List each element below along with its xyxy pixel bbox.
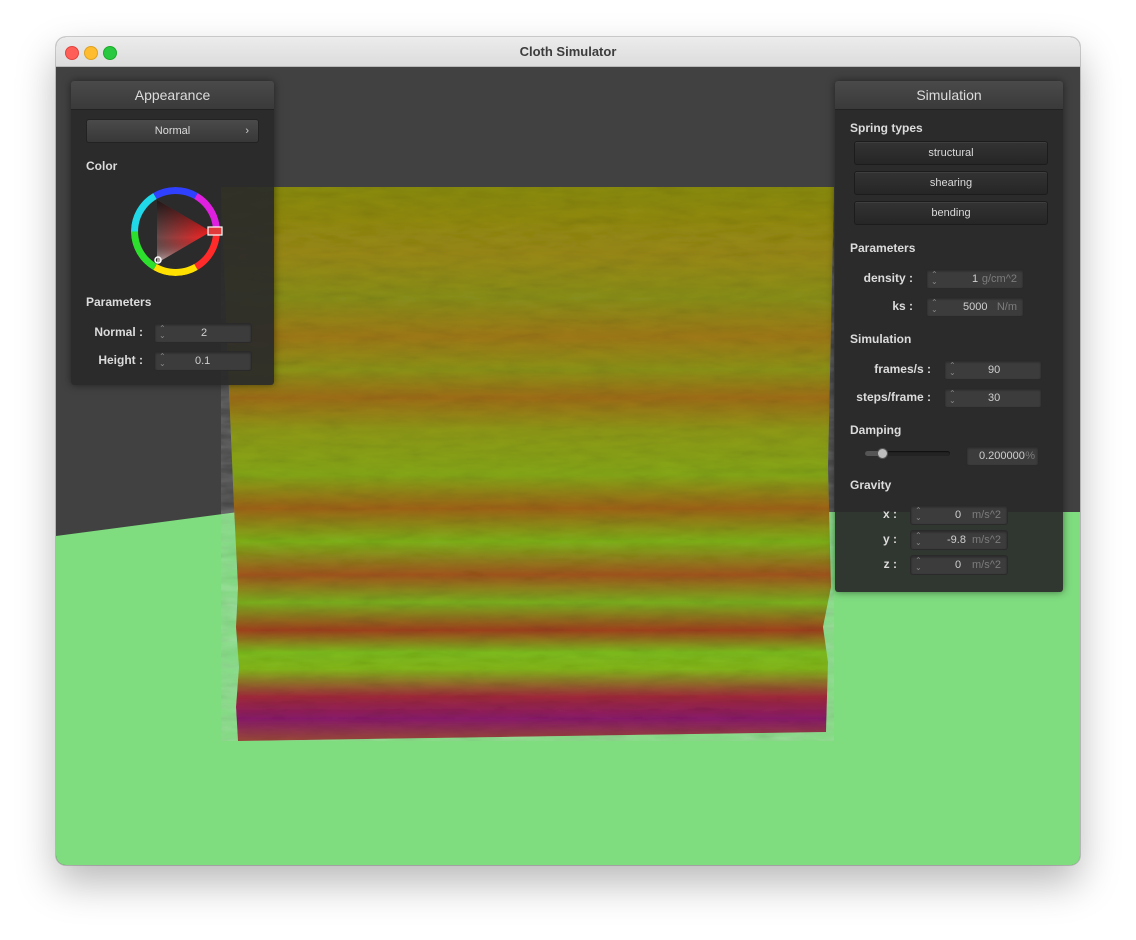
simulation-section-label: Simulation bbox=[850, 332, 912, 346]
gravity-y-unit: m/s^2 bbox=[972, 534, 1001, 546]
steps-label: steps/frame : bbox=[856, 390, 931, 404]
gravity-z-value: 0 bbox=[955, 559, 962, 571]
spinner-icon[interactable]: ⌃ ⌄ bbox=[915, 557, 922, 572]
density-unit: g/cm^2 bbox=[981, 273, 1017, 285]
spring-types-label: Spring types bbox=[850, 121, 923, 135]
fps-input[interactable]: ⌃ ⌄ 90 bbox=[944, 360, 1042, 380]
fps-value: 90 bbox=[988, 364, 1001, 376]
app-window: Cloth Simulator Appearance Normal › Colo… bbox=[56, 37, 1080, 865]
damping-value: 0.200000 bbox=[979, 450, 1025, 462]
spinner-icon[interactable]: ⌃ ⌄ bbox=[915, 532, 922, 547]
color-wheel-icon[interactable] bbox=[129, 185, 224, 280]
normal-input[interactable]: ⌃ ⌄ 2 bbox=[154, 323, 252, 343]
damping-slider[interactable] bbox=[865, 448, 950, 459]
bending-toggle[interactable]: bending bbox=[854, 201, 1048, 225]
sim-params-label: Parameters bbox=[850, 241, 916, 255]
gravity-x-value: 0 bbox=[955, 509, 962, 521]
structural-toggle[interactable]: structural bbox=[854, 141, 1048, 165]
density-input[interactable]: ⌃ ⌄ 1 g/cm^2 bbox=[926, 269, 1024, 289]
damping-label: Damping bbox=[850, 423, 902, 437]
density-label: density : bbox=[863, 271, 913, 285]
spinner-icon[interactable]: ⌃ ⌄ bbox=[159, 353, 166, 368]
ks-value: 5000 bbox=[963, 301, 988, 313]
title-bar: Cloth Simulator bbox=[56, 37, 1080, 67]
steps-input[interactable]: ⌃ ⌄ 30 bbox=[944, 388, 1042, 408]
damping-unit: % bbox=[1025, 450, 1035, 462]
normal-value: 2 bbox=[201, 327, 208, 339]
simulation-panel-title[interactable]: Simulation bbox=[835, 81, 1063, 110]
fps-label: frames/s : bbox=[874, 362, 931, 376]
appearance-panel: Appearance Normal › Color Parameters Nor… bbox=[71, 81, 274, 385]
ks-unit: N/m bbox=[996, 301, 1017, 313]
normal-label: Normal : bbox=[94, 325, 143, 339]
spinner-icon[interactable]: ⌃ ⌄ bbox=[931, 299, 938, 314]
height-value: 0.1 bbox=[195, 355, 211, 367]
gravity-z-input[interactable]: ⌃ ⌄ 0 m/s^2 bbox=[910, 555, 1008, 575]
shearing-toggle[interactable]: shearing bbox=[854, 171, 1048, 195]
simulation-panel: Simulation Spring types structural shear… bbox=[835, 81, 1063, 592]
window-title: Cloth Simulator bbox=[519, 44, 617, 59]
ks-label: ks : bbox=[892, 299, 913, 313]
render-viewport[interactable]: Appearance Normal › Color Parameters Nor… bbox=[56, 67, 1080, 865]
gravity-x-unit: m/s^2 bbox=[972, 509, 1001, 521]
density-value: 1 bbox=[972, 273, 979, 285]
color-section-label: Color bbox=[86, 159, 118, 173]
gravity-label: Gravity bbox=[850, 478, 892, 492]
spinner-icon[interactable]: ⌃ ⌄ bbox=[159, 325, 166, 340]
height-input[interactable]: ⌃ ⌄ 0.1 bbox=[154, 351, 252, 371]
damping-input[interactable]: 0.200000 % bbox=[966, 446, 1039, 466]
spinner-icon[interactable]: ⌃ ⌄ bbox=[949, 362, 956, 377]
gravity-y-input[interactable]: ⌃ ⌄ -9.8 m/s^2 bbox=[910, 530, 1008, 550]
damping-slider-knob[interactable] bbox=[877, 448, 888, 459]
height-label: Height : bbox=[98, 353, 143, 367]
steps-value: 30 bbox=[988, 392, 1001, 404]
appearance-panel-title[interactable]: Appearance bbox=[71, 81, 274, 110]
shader-select[interactable]: Normal › bbox=[86, 119, 259, 143]
gravity-y-label: y : bbox=[882, 532, 897, 546]
chevron-right-icon: › bbox=[245, 125, 249, 137]
cloth-mesh bbox=[221, 187, 834, 741]
gravity-y-value: -9.8 bbox=[947, 534, 966, 546]
ks-input[interactable]: ⌃ ⌄ 5000 N/m bbox=[926, 297, 1024, 317]
shader-select-value: Normal bbox=[154, 125, 191, 137]
gravity-z-unit: m/s^2 bbox=[972, 559, 1001, 571]
gravity-x-label: x : bbox=[882, 507, 897, 521]
gravity-z-label: z : bbox=[883, 557, 897, 571]
appearance-params-label: Parameters bbox=[86, 295, 152, 309]
spinner-icon[interactable]: ⌃ ⌄ bbox=[915, 507, 922, 522]
hue-selector-handle bbox=[207, 226, 223, 236]
spinner-icon[interactable]: ⌃ ⌄ bbox=[949, 390, 956, 405]
gravity-x-input[interactable]: ⌃ ⌄ 0 m/s^2 bbox=[910, 505, 1008, 525]
spinner-icon[interactable]: ⌃ ⌄ bbox=[931, 271, 938, 286]
